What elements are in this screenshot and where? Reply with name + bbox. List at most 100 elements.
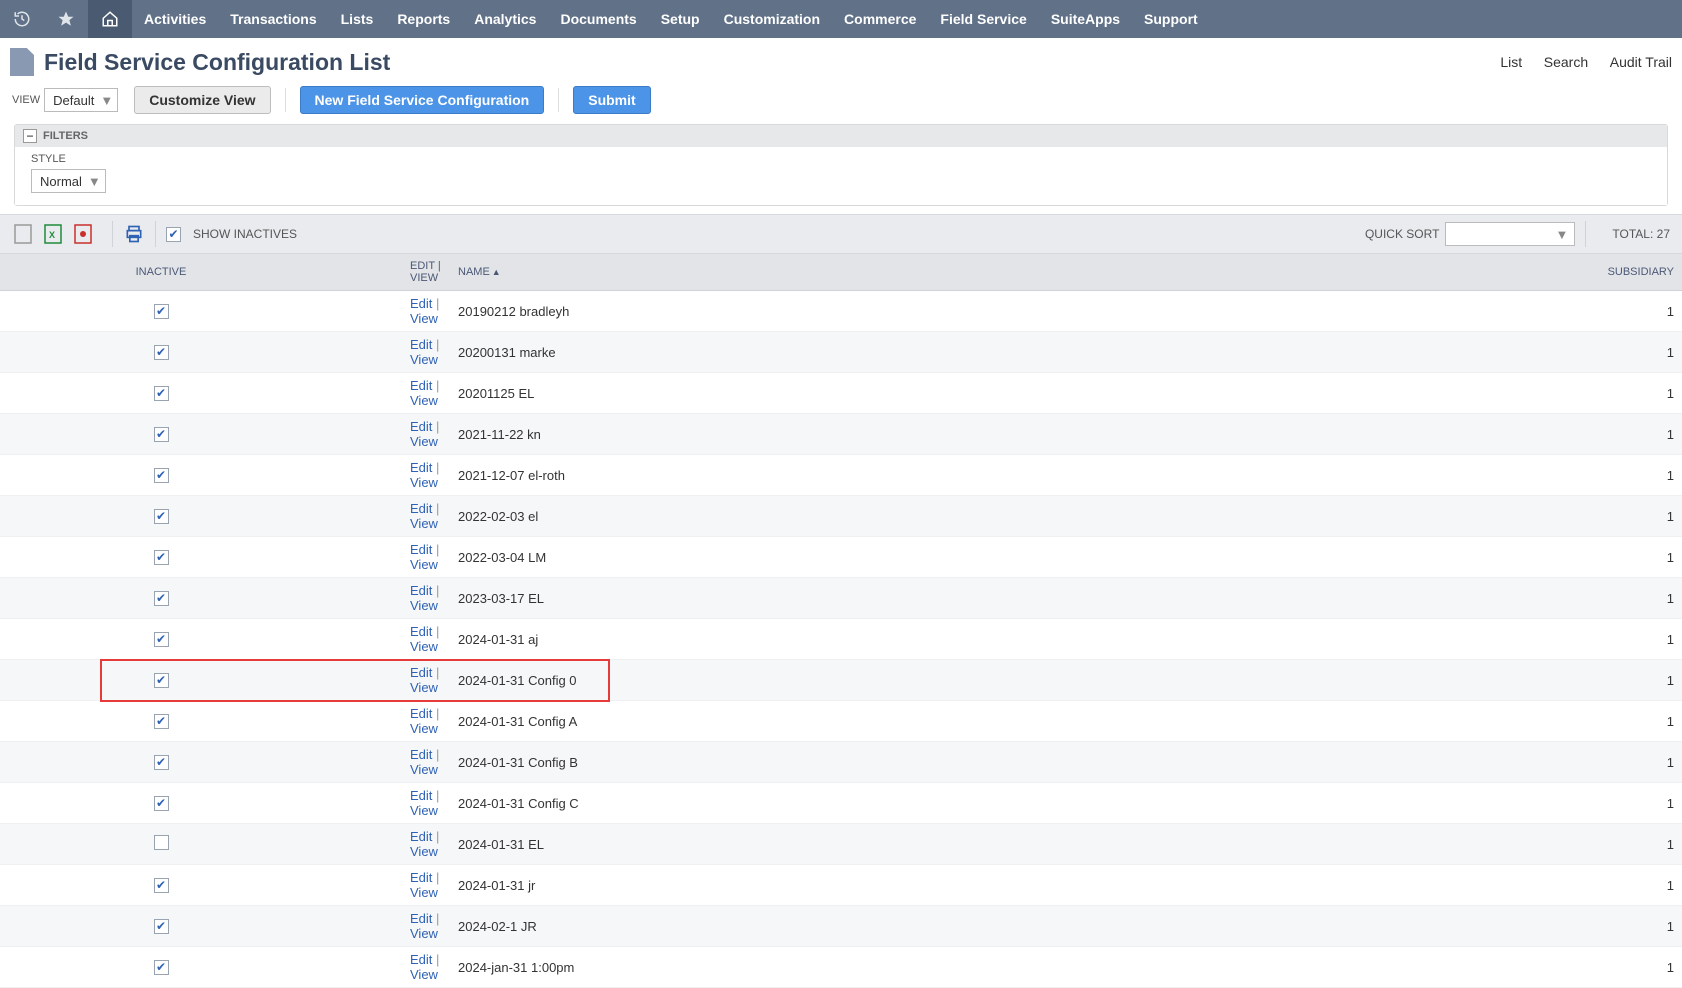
inactive-checkbox[interactable]: ✔ (154, 304, 169, 319)
edit-link[interactable]: Edit (410, 501, 432, 516)
name-cell: 20200131 marke (450, 332, 1572, 373)
edit-link[interactable]: Edit (410, 583, 432, 598)
edit-link[interactable]: Edit (410, 460, 432, 475)
view-link[interactable]: View (410, 393, 438, 408)
table-row: ✔Edit | View2024-01-31 Config 01 (0, 660, 1682, 701)
edit-link[interactable]: Edit (410, 829, 432, 844)
nav-activities[interactable]: Activities (132, 0, 218, 38)
nav-transactions[interactable]: Transactions (218, 0, 328, 38)
nav-analytics[interactable]: Analytics (462, 0, 548, 38)
view-link[interactable]: View (410, 639, 438, 654)
col-name[interactable]: NAME▲ (450, 254, 1572, 291)
inactive-checkbox[interactable]: ✔ (154, 591, 169, 606)
inactive-checkbox[interactable]: ✔ (154, 468, 169, 483)
table-row: Edit | View2024-01-31 EL1 (0, 824, 1682, 865)
view-link[interactable]: View (410, 598, 438, 613)
edit-link[interactable]: Edit (410, 911, 432, 926)
list-toolbar: X ✔ SHOW INACTIVES QUICK SORT ▼ TOTAL: 2… (0, 214, 1682, 254)
view-link[interactable]: View (410, 844, 438, 859)
view-link[interactable]: View (410, 557, 438, 572)
edit-link[interactable]: Edit (410, 296, 432, 311)
view-link[interactable]: View (410, 721, 438, 736)
inactive-checkbox[interactable]: ✔ (154, 714, 169, 729)
view-link[interactable]: View (410, 516, 438, 531)
edit-link[interactable]: Edit (410, 624, 432, 639)
subsidiary-cell: 1 (1572, 742, 1682, 783)
inactive-checkbox[interactable]: ✔ (154, 919, 169, 934)
view-link[interactable]: View (410, 762, 438, 777)
inactive-checkbox[interactable]: ✔ (154, 878, 169, 893)
view-link[interactable]: View (410, 885, 438, 900)
style-select[interactable]: Normal ▼ (31, 169, 106, 193)
total-label: TOTAL: 27 (1612, 227, 1670, 241)
view-link[interactable]: View (410, 434, 438, 449)
edit-link[interactable]: Edit (410, 747, 432, 762)
subsidiary-cell: 1 (1572, 455, 1682, 496)
edit-link[interactable]: Edit (410, 706, 432, 721)
view-link[interactable]: View (410, 352, 438, 367)
col-subsidiary[interactable]: SUBSIDIARY (1572, 254, 1682, 291)
nav-field-service[interactable]: Field Service (928, 0, 1038, 38)
inactive-checkbox[interactable]: ✔ (154, 509, 169, 524)
nav-reports[interactable]: Reports (385, 0, 462, 38)
view-link[interactable]: View (410, 475, 438, 490)
inactive-checkbox[interactable]: ✔ (154, 796, 169, 811)
nav-support[interactable]: Support (1132, 0, 1210, 38)
inactive-checkbox[interactable]: ✔ (154, 427, 169, 442)
quicksort-label: QUICK SORT (1365, 227, 1439, 241)
edit-link[interactable]: Edit (410, 419, 432, 434)
nav-suiteapps[interactable]: SuiteApps (1039, 0, 1132, 38)
nav-commerce[interactable]: Commerce (832, 0, 928, 38)
inactive-checkbox[interactable] (154, 835, 169, 850)
edit-link[interactable]: Edit (410, 378, 432, 393)
inactive-checkbox[interactable]: ✔ (154, 386, 169, 401)
view-link[interactable]: View (410, 967, 438, 982)
filters-body: STYLE Normal ▼ (15, 147, 1667, 205)
view-link[interactable]: View (410, 803, 438, 818)
edit-link[interactable]: Edit (410, 665, 432, 680)
view-link[interactable]: View (410, 680, 438, 695)
page-icon (10, 48, 34, 76)
nav-lists[interactable]: Lists (329, 0, 386, 38)
show-inactives-checkbox[interactable]: ✔ (166, 227, 181, 242)
list-link[interactable]: List (1500, 54, 1522, 70)
name-cell: 2024-01-31 aj (450, 619, 1572, 660)
view-link[interactable]: View (410, 311, 438, 326)
edit-link[interactable]: Edit (410, 952, 432, 967)
nav-setup[interactable]: Setup (649, 0, 712, 38)
search-link[interactable]: Search (1544, 54, 1588, 70)
nav-documents[interactable]: Documents (548, 0, 648, 38)
print-icon[interactable] (123, 223, 145, 245)
export-excel-icon[interactable]: X (42, 223, 64, 245)
col-inactive[interactable]: INACTIVE (0, 254, 250, 291)
chevron-down-icon: ▼ (100, 93, 113, 108)
inactive-checkbox[interactable]: ✔ (154, 345, 169, 360)
col-editview[interactable]: EDIT | VIEW (250, 254, 450, 291)
inactive-checkbox[interactable]: ✔ (154, 960, 169, 975)
home-icon[interactable] (88, 0, 132, 38)
submit-button[interactable]: Submit (573, 86, 650, 114)
collapse-icon[interactable]: − (23, 129, 37, 143)
name-cell: 20190212 bradleyh (450, 291, 1572, 332)
edit-link[interactable]: Edit (410, 542, 432, 557)
inactive-checkbox[interactable]: ✔ (154, 755, 169, 770)
export-csv-icon[interactable] (12, 223, 34, 245)
audit-trail-link[interactable]: Audit Trail (1610, 54, 1672, 70)
edit-link[interactable]: Edit (410, 788, 432, 803)
subsidiary-cell: 1 (1572, 824, 1682, 865)
filters-header[interactable]: − FILTERS (15, 125, 1667, 147)
edit-link[interactable]: Edit (410, 337, 432, 352)
inactive-checkbox[interactable]: ✔ (154, 673, 169, 688)
star-icon[interactable] (44, 0, 88, 38)
view-select[interactable]: Default ▼ (44, 88, 118, 112)
inactive-checkbox[interactable]: ✔ (154, 632, 169, 647)
export-pdf-icon[interactable] (72, 223, 94, 245)
view-link[interactable]: View (410, 926, 438, 941)
nav-customization[interactable]: Customization (712, 0, 832, 38)
quicksort-select[interactable]: ▼ (1445, 222, 1575, 246)
history-icon[interactable] (0, 0, 44, 38)
customize-view-button[interactable]: Customize View (134, 86, 270, 114)
new-config-button[interactable]: New Field Service Configuration (300, 86, 545, 114)
inactive-checkbox[interactable]: ✔ (154, 550, 169, 565)
edit-link[interactable]: Edit (410, 870, 432, 885)
